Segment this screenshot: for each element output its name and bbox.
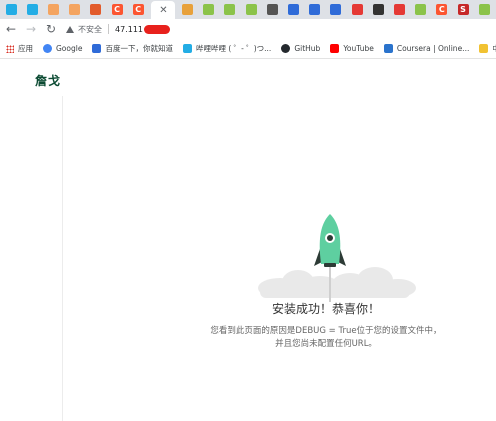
browser-tab[interactable] bbox=[264, 2, 280, 17]
reload-icon: ↻ bbox=[45, 22, 57, 36]
code-icon bbox=[47, 4, 59, 15]
rocket-icon bbox=[258, 214, 416, 302]
arrow-left-icon: ← bbox=[5, 22, 17, 36]
browser-tab[interactable] bbox=[476, 2, 492, 17]
paw-icon bbox=[330, 4, 342, 15]
folder-icon bbox=[479, 44, 489, 53]
browser-toolbar: ← → ↻ 不安全 47.111 bbox=[0, 19, 496, 39]
apps-icon bbox=[6, 44, 14, 53]
insecure-label: 不安全 bbox=[78, 24, 102, 34]
colorful-icon bbox=[351, 4, 363, 15]
bookmark-label: GitHub bbox=[294, 44, 321, 53]
android-icon bbox=[245, 4, 257, 15]
google-icon bbox=[43, 44, 52, 53]
s-icon: S bbox=[457, 4, 469, 15]
address-bar[interactable]: 不安全 47.111 bbox=[66, 21, 492, 37]
browser-tab[interactable] bbox=[179, 2, 195, 17]
bookmark-label: 中 bbox=[492, 43, 496, 54]
browser-tab[interactable] bbox=[67, 2, 83, 17]
browser-tab[interactable] bbox=[349, 2, 365, 17]
browser-tab[interactable]: S bbox=[455, 2, 471, 17]
browser-tab[interactable]: ✕ bbox=[151, 1, 176, 19]
browser-tab[interactable] bbox=[3, 2, 19, 17]
bookmarks-bar: 应用 Google 百度一下，你就知道 哔哩哔哩 ( ゜- ゜)つ... GitHub Y… bbox=[0, 39, 496, 59]
brand-logo[interactable]: 詹戈 bbox=[35, 72, 61, 89]
browser-tab-strip: C C ✕ C S bbox=[0, 0, 496, 20]
divider bbox=[62, 96, 63, 421]
bookmark-bilibili[interactable]: 哔哩哔哩 ( ゜- ゜)つ... bbox=[182, 43, 272, 54]
bookmark-label: Google bbox=[56, 44, 83, 53]
youtube-icon bbox=[330, 44, 340, 53]
browser-tab[interactable] bbox=[243, 2, 259, 17]
code-icon bbox=[69, 4, 81, 15]
bookmark-label: Coursera | Online... bbox=[396, 44, 470, 53]
browser-tab[interactable] bbox=[370, 2, 386, 17]
browser-tab[interactable] bbox=[307, 2, 323, 17]
close-icon[interactable]: ✕ bbox=[159, 5, 167, 16]
browser-tab[interactable] bbox=[391, 2, 407, 17]
book-icon bbox=[266, 4, 278, 15]
debug-description: 您看到此页面的原因是DEBUG = True位于您的设置文件中，并且您尚未配置任… bbox=[210, 326, 442, 349]
android-icon bbox=[224, 4, 236, 15]
chart-icon bbox=[181, 4, 193, 15]
bookmark-apps[interactable]: 应用 bbox=[6, 43, 33, 54]
browser-tab[interactable] bbox=[328, 2, 344, 17]
forward-button[interactable]: → bbox=[22, 20, 40, 38]
browser-tab[interactable] bbox=[24, 2, 40, 17]
success-headline: 安装成功！恭喜你！ bbox=[271, 302, 380, 316]
browser-tab[interactable] bbox=[201, 2, 217, 17]
browser-tab[interactable] bbox=[88, 2, 104, 17]
bookmark-label: 哔哩哔哩 ( ゜- ゜)つ... bbox=[195, 44, 272, 53]
browser-tab[interactable] bbox=[285, 2, 301, 17]
csdn-icon: C bbox=[132, 4, 144, 15]
android-icon bbox=[478, 4, 490, 15]
csdn-icon: C bbox=[111, 4, 123, 15]
android-icon bbox=[415, 4, 427, 15]
warning-icon bbox=[66, 25, 74, 33]
paw-icon bbox=[287, 4, 299, 15]
github-icon bbox=[281, 44, 291, 53]
bookmark-label: YouTube bbox=[343, 44, 374, 53]
bookmark-github[interactable]: GitHub bbox=[281, 44, 320, 53]
home-icon bbox=[393, 4, 405, 15]
bilibili-icon bbox=[182, 44, 192, 53]
coursera-icon bbox=[383, 44, 393, 53]
bookmark-folder[interactable]: 中 bbox=[479, 43, 496, 54]
bookmark-google[interactable]: Google bbox=[43, 44, 82, 53]
csdn-icon: C bbox=[436, 4, 448, 15]
browser-tab[interactable] bbox=[222, 2, 238, 17]
divider bbox=[108, 24, 109, 34]
android-icon bbox=[203, 4, 215, 15]
url-text: 47.111 bbox=[115, 24, 143, 34]
browser-tab[interactable] bbox=[45, 2, 61, 17]
rocket-illustration bbox=[250, 210, 420, 310]
paw-icon bbox=[309, 4, 321, 15]
bilibili-icon bbox=[26, 4, 38, 15]
redaction-mark bbox=[144, 24, 170, 34]
cloud-icon bbox=[258, 267, 416, 298]
browser-tab[interactable]: C bbox=[434, 2, 450, 17]
omega-icon bbox=[372, 4, 384, 15]
baidu-icon bbox=[92, 44, 102, 53]
bookmark-label: 应用 bbox=[18, 44, 33, 53]
browser-tab[interactable]: C bbox=[130, 2, 146, 17]
reload-button[interactable]: ↻ bbox=[42, 20, 60, 38]
bookmark-coursera[interactable]: Coursera | Online... bbox=[383, 44, 470, 53]
flame-icon bbox=[90, 4, 102, 15]
bookmark-baidu[interactable]: 百度一下，你就知道 bbox=[92, 43, 173, 54]
bookmark-youtube[interactable]: YouTube bbox=[330, 44, 374, 53]
back-button[interactable]: ← bbox=[2, 20, 20, 38]
bookmark-label: 百度一下，你就知道 bbox=[105, 44, 173, 53]
bilibili-icon bbox=[5, 4, 17, 15]
browser-tab[interactable]: C bbox=[109, 2, 125, 17]
arrow-right-icon: → bbox=[25, 22, 37, 36]
browser-tab[interactable] bbox=[413, 2, 429, 17]
